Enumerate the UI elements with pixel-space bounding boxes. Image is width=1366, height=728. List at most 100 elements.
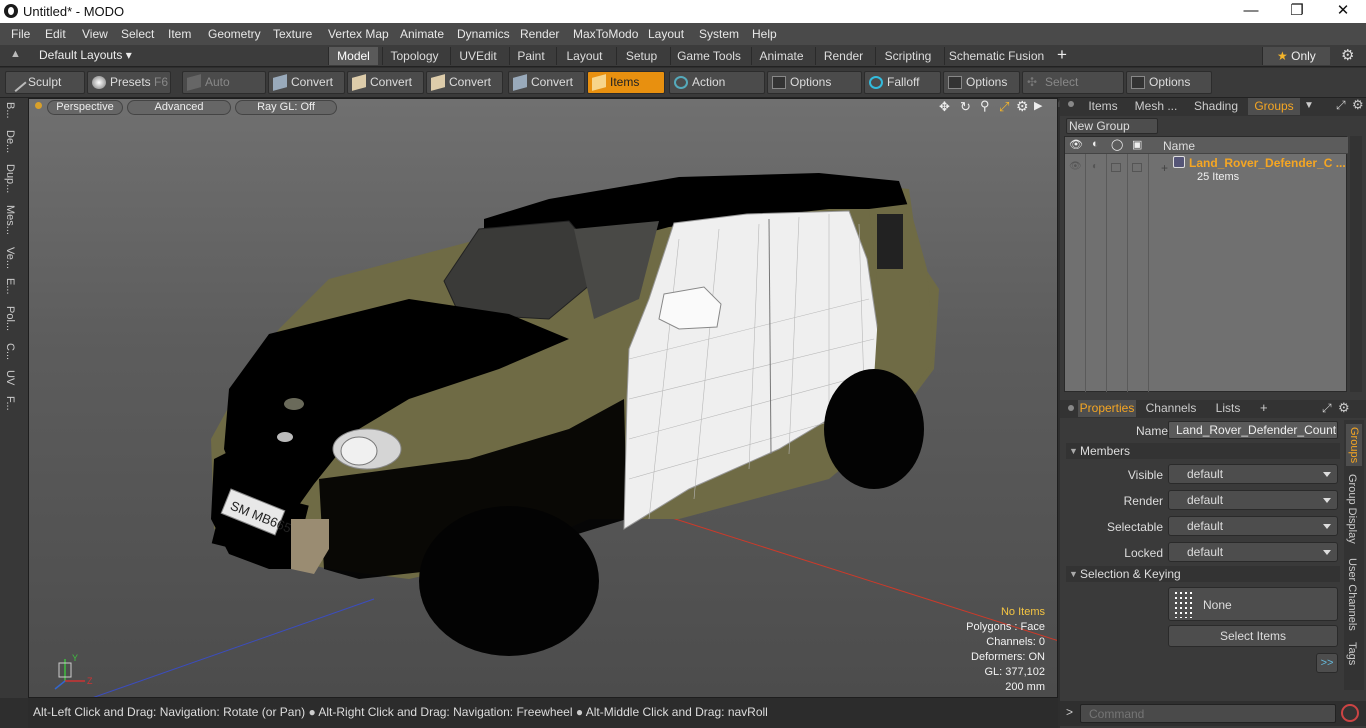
default-layouts-dropdown[interactable]: Default Layouts ▾ xyxy=(39,48,132,62)
left-tab-curve[interactable]: C... xyxy=(4,343,16,360)
only-toggle[interactable]: ★ Only xyxy=(1262,47,1330,65)
menu-item[interactable]: Item xyxy=(168,27,191,41)
side-tab-groups[interactable]: Groups xyxy=(1346,424,1362,466)
menu-dynamics[interactable]: Dynamics xyxy=(457,27,510,41)
tab-channels[interactable]: Channels xyxy=(1144,400,1198,417)
tab-mesh[interactable]: Mesh ... xyxy=(1128,98,1184,115)
menu-maxtomodo[interactable]: MaxToModo xyxy=(573,27,638,41)
left-tab-edge[interactable]: E... xyxy=(4,278,16,295)
collapse-icon[interactable]: ▲ xyxy=(10,48,21,60)
render-dropdown[interactable]: default xyxy=(1168,490,1338,510)
tab-menu-icon[interactable]: ▼ xyxy=(1304,100,1314,111)
tree-scrollbar[interactable] xyxy=(1350,136,1362,392)
menu-system[interactable]: System xyxy=(699,27,739,41)
row-visibility-icon[interactable]: 👁 xyxy=(1069,161,1082,172)
panel-gear-icon[interactable]: ⚙ xyxy=(1338,400,1350,416)
name-field[interactable]: Land_Rover_Defender_Country xyxy=(1168,421,1338,439)
tab-setup[interactable]: Setup xyxy=(616,47,666,65)
panel-gear-icon[interactable]: ⚙ xyxy=(1352,97,1364,113)
menu-animate[interactable]: Animate xyxy=(400,27,444,41)
left-tab-duplicate[interactable]: Dup... xyxy=(4,164,16,193)
command-input[interactable] xyxy=(1080,704,1336,723)
visibility-eye-icon[interactable]: 👁 xyxy=(1069,138,1083,151)
tab-shading[interactable]: Shading xyxy=(1188,98,1244,115)
render-icon[interactable]: ◐ xyxy=(1092,138,1099,150)
convert-button-4[interactable]: Convert xyxy=(508,71,585,94)
tab-topology[interactable]: Topology xyxy=(382,47,446,65)
convert-button-2[interactable]: Convert xyxy=(347,71,424,94)
sculpt-button[interactable]: Sculpt xyxy=(5,71,85,94)
convert-button-1[interactable]: Convert xyxy=(268,71,345,94)
tab-items[interactable]: Items xyxy=(1082,98,1124,115)
items-mode-button[interactable]: Items xyxy=(587,71,665,94)
gear-icon[interactable]: ⚙ xyxy=(1341,46,1354,64)
menu-vertex-map[interactable]: Vertex Map xyxy=(328,27,389,41)
menu-view[interactable]: View xyxy=(82,27,108,41)
members-section-header[interactable]: ▼ Members xyxy=(1066,443,1340,459)
expand-plus-icon[interactable]: + xyxy=(1161,161,1168,175)
menu-help[interactable]: Help xyxy=(752,27,777,41)
tab-render[interactable]: Render xyxy=(815,47,871,65)
locked-dropdown[interactable]: default xyxy=(1168,542,1338,562)
record-icon[interactable] xyxy=(1341,704,1359,722)
tab-uvedit[interactable]: UVEdit xyxy=(450,47,505,65)
lock-icon[interactable]: ▣ xyxy=(1132,138,1142,151)
select-through-button[interactable]: ✣Select Through xyxy=(1022,71,1124,110)
left-tab-vertex[interactable]: Ve... xyxy=(4,247,16,269)
more-button[interactable]: >> xyxy=(1316,653,1338,673)
action-center-button[interactable]: Action Center xyxy=(669,71,765,110)
menu-render[interactable]: Render xyxy=(520,27,559,41)
convert-button-3[interactable]: Convert xyxy=(426,71,503,94)
close-button[interactable]: ✕ xyxy=(1320,0,1366,23)
tab-layout[interactable]: Layout xyxy=(556,47,612,65)
menu-edit[interactable]: Edit xyxy=(45,27,66,41)
tab-properties[interactable]: Properties xyxy=(1078,400,1136,417)
left-tab-fusion[interactable]: F... xyxy=(4,396,16,411)
select-items-button[interactable]: Select Items xyxy=(1168,625,1338,647)
row-lock-checkbox[interactable] xyxy=(1132,163,1142,172)
auto-select-button[interactable]: Auto Select xyxy=(182,71,266,110)
tab-paint[interactable]: Paint xyxy=(509,47,552,65)
menu-layout[interactable]: Layout xyxy=(648,27,684,41)
add-tab-icon[interactable]: + xyxy=(1260,400,1268,415)
restore-button[interactable]: ❐ xyxy=(1274,0,1320,23)
tab-model[interactable]: Model xyxy=(328,47,378,65)
add-tab-icon[interactable]: + xyxy=(1057,45,1067,65)
options-button-1[interactable]: Options xyxy=(767,71,862,94)
left-tab-polygon[interactable]: Pol... xyxy=(4,306,16,331)
falloff-button[interactable]: Falloff xyxy=(864,71,941,94)
menu-texture[interactable]: Texture xyxy=(273,27,312,41)
group-row[interactable]: 👁 ◐ + Land_Rover_Defender_C ... 25 Items xyxy=(1065,155,1348,185)
left-tab-uv[interactable]: UV xyxy=(4,370,16,385)
side-tab-tags[interactable]: Tags xyxy=(1346,642,1358,665)
menu-geometry[interactable]: Geometry xyxy=(208,27,261,41)
visible-dropdown[interactable]: default xyxy=(1168,464,1338,484)
side-tab-group-display[interactable]: Group Display xyxy=(1346,474,1358,544)
presets-button[interactable]: Presets F6 xyxy=(87,71,171,94)
tab-schematic-fusion[interactable]: Schematic Fusion xyxy=(944,47,1048,65)
selectable-icon[interactable]: ◯ xyxy=(1111,138,1123,151)
row-render-icon[interactable]: ◐ xyxy=(1092,161,1098,172)
left-tab-mesh-edit[interactable]: Mes... xyxy=(4,205,16,235)
tab-animate[interactable]: Animate xyxy=(751,47,811,65)
options-button-3[interactable]: Options xyxy=(1126,71,1212,94)
panel-dot-icon[interactable] xyxy=(1068,101,1074,107)
new-group-button[interactable]: New Group xyxy=(1066,118,1158,134)
groups-tree[interactable]: 👁 ◐ ◯ ▣ Name 👁 ◐ + Land_Rover_Defender_C… xyxy=(1064,136,1348,392)
minimize-button[interactable]: — xyxy=(1228,0,1274,23)
expand-panel-icon[interactable]: ⤢ xyxy=(1322,401,1332,416)
tab-scripting[interactable]: Scripting xyxy=(875,47,940,65)
selectable-dropdown[interactable]: default xyxy=(1168,516,1338,536)
key-none-button[interactable]: None xyxy=(1168,587,1338,621)
menu-select[interactable]: Select xyxy=(121,27,154,41)
tab-game-tools[interactable]: Game Tools xyxy=(670,47,747,65)
left-tab-deform[interactable]: De... xyxy=(4,130,16,153)
options-button-2[interactable]: Options xyxy=(943,71,1020,94)
tab-lists[interactable]: Lists xyxy=(1206,400,1250,417)
selection-keying-section-header[interactable]: ▼ Selection & Keying xyxy=(1066,566,1340,582)
left-tab-basic[interactable]: B... xyxy=(4,102,16,119)
tab-groups[interactable]: Groups xyxy=(1248,98,1300,115)
side-tab-user-channels[interactable]: User Channels xyxy=(1346,558,1358,631)
menu-file[interactable]: File xyxy=(11,27,30,41)
row-selectable-checkbox[interactable] xyxy=(1111,163,1121,172)
